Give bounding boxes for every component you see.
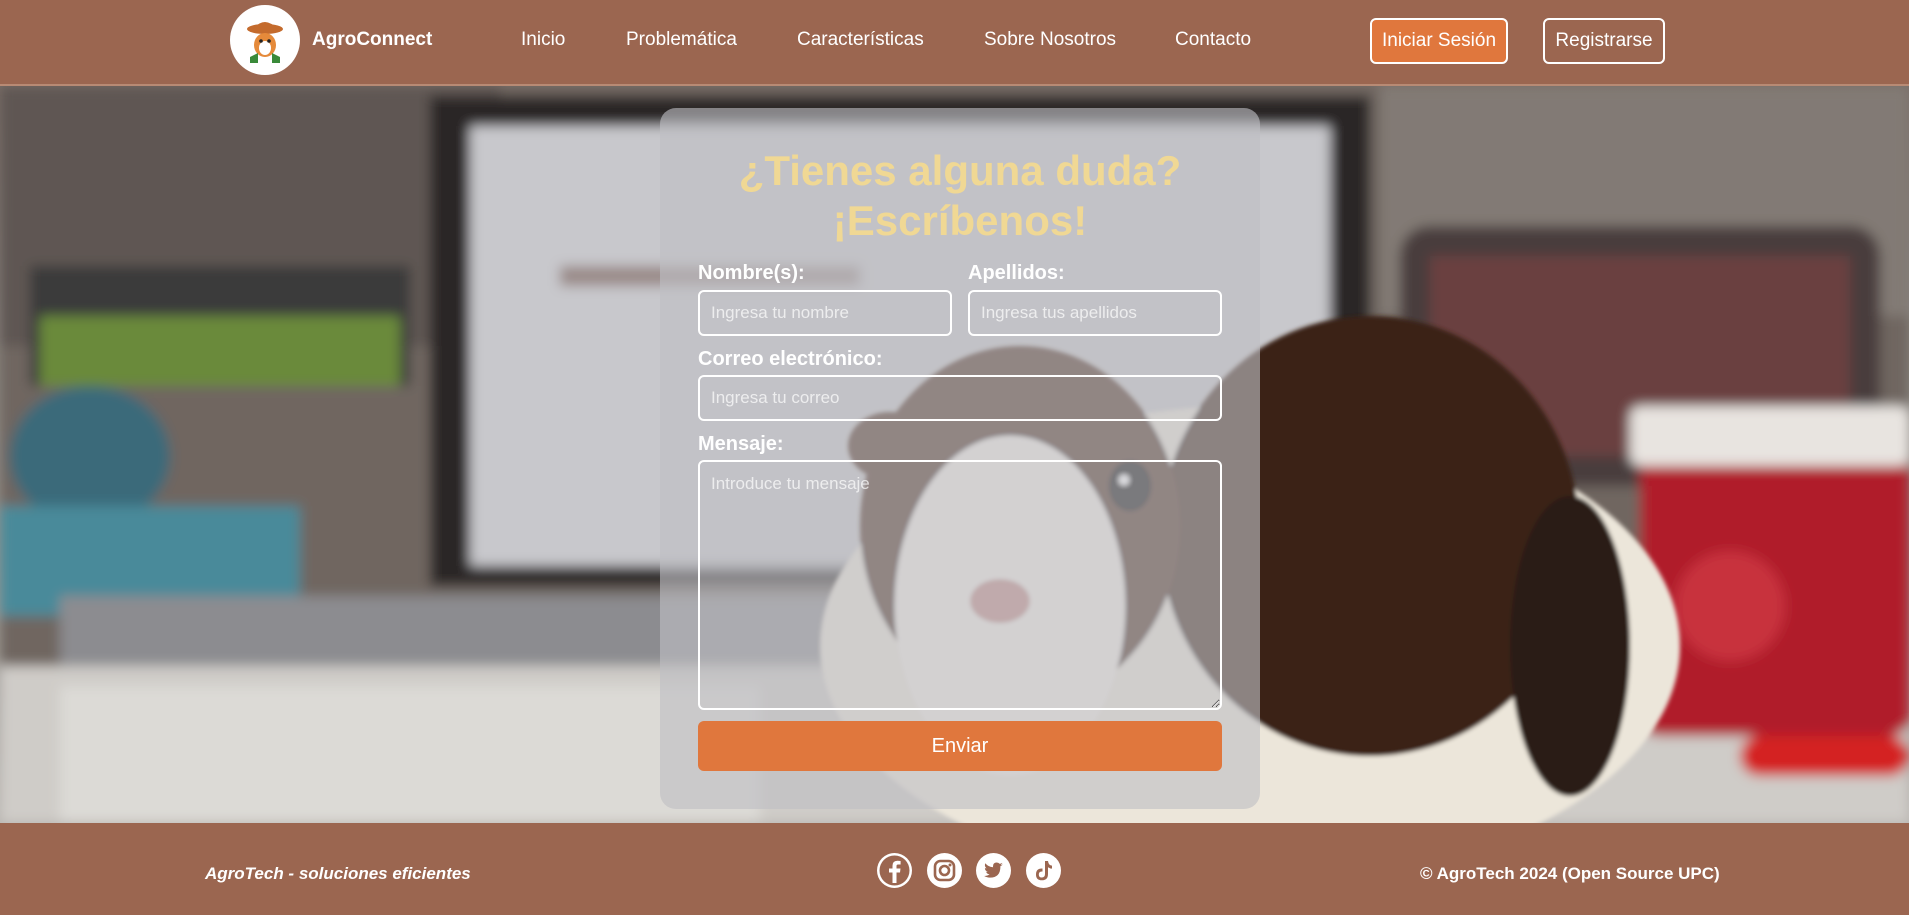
brand-logo-link[interactable]: AgroConnect — [230, 5, 432, 75]
nav-problematica[interactable]: Problemática — [626, 29, 737, 51]
email-input[interactable] — [698, 375, 1222, 421]
lastname-input[interactable] — [968, 290, 1222, 336]
logo-icon — [230, 5, 300, 75]
contact-form-card: ¿Tienes alguna duda? ¡Escríbenos! Nombre… — [660, 108, 1260, 809]
email-label: Correo electrónico: — [698, 348, 883, 370]
twitter-icon[interactable] — [976, 853, 1011, 888]
instagram-icon[interactable] — [927, 853, 962, 888]
footer-copyright: © AgroTech 2024 (Open Source UPC) — [1420, 864, 1720, 883]
message-textarea[interactable] — [698, 460, 1222, 710]
message-label: Mensaje: — [698, 433, 784, 455]
tiktok-icon[interactable] — [1026, 853, 1061, 888]
facebook-icon[interactable] — [877, 853, 912, 888]
nav-inicio[interactable]: Inicio — [521, 29, 565, 51]
form-title-line2: ¡Escríbenos! — [832, 197, 1088, 244]
footer-tagline: AgroTech - soluciones eficientes — [205, 864, 471, 883]
form-title-line1: ¿Tienes alguna duda? — [738, 147, 1182, 194]
register-button[interactable]: Registrarse — [1543, 18, 1665, 64]
nav-sobre-nosotros[interactable]: Sobre Nosotros — [984, 29, 1116, 51]
name-label: Nombre(s): — [698, 262, 805, 284]
lastname-label: Apellidos: — [968, 262, 1065, 284]
nav-contacto[interactable]: Contacto — [1175, 29, 1251, 51]
nav-caracteristicas[interactable]: Características — [797, 29, 924, 51]
form-title: ¿Tienes alguna duda? ¡Escríbenos! — [660, 146, 1260, 246]
send-button[interactable]: Enviar — [698, 721, 1222, 771]
header-bar: AgroConnect Inicio Problemática Caracter… — [0, 0, 1909, 86]
footer-bar: AgroTech - soluciones eficientes © AgroT… — [0, 823, 1909, 915]
login-button[interactable]: Iniciar Sesión — [1370, 18, 1508, 64]
name-input[interactable] — [698, 290, 952, 336]
brand-name: AgroConnect — [312, 29, 433, 50]
